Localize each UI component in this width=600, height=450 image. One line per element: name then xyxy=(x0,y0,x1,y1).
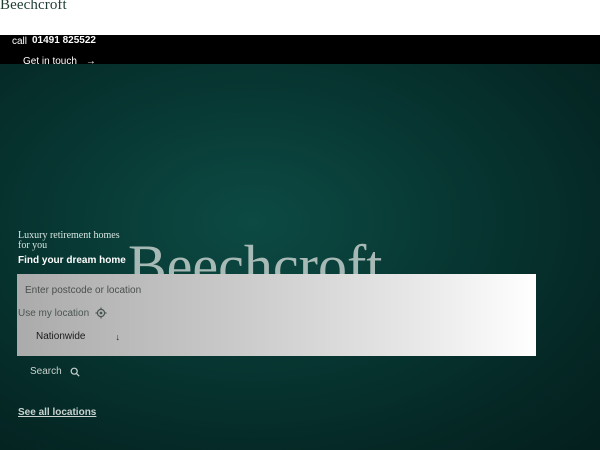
phone-number-link[interactable]: 01491 825522 xyxy=(32,35,96,46)
arrow-down-icon: ↓ xyxy=(115,331,120,342)
search-button-label: Search xyxy=(30,366,62,377)
use-my-location-button[interactable]: Use my location xyxy=(18,307,107,319)
postcode-input[interactable] xyxy=(25,282,505,298)
crosshair-icon xyxy=(95,307,107,319)
search-form: Use my location Nationwide ↓ xyxy=(17,274,536,356)
hero-tagline: Luxury retirement homes for you xyxy=(18,230,120,251)
site-header: Beechcroft xyxy=(0,0,600,35)
use-location-label: Use my location xyxy=(18,307,90,319)
search-icon xyxy=(70,367,80,377)
hero-section: call 01491 825522 Get in touch → Beechcr… xyxy=(0,35,600,450)
area-select-value: Nationwide xyxy=(36,331,86,342)
get-in-touch-link[interactable]: Get in touch → xyxy=(23,56,96,67)
area-select[interactable]: Nationwide ↓ xyxy=(36,331,120,342)
call-label: call xyxy=(12,36,28,47)
get-in-touch-label: Get in touch xyxy=(23,56,77,67)
arrow-right-icon: → xyxy=(85,56,96,67)
hero-title: Find your dream home xyxy=(18,255,126,266)
search-button[interactable]: Search xyxy=(30,366,80,377)
see-all-locations-link[interactable]: See all locations xyxy=(18,407,96,418)
site-logo[interactable]: Beechcroft xyxy=(0,0,67,14)
